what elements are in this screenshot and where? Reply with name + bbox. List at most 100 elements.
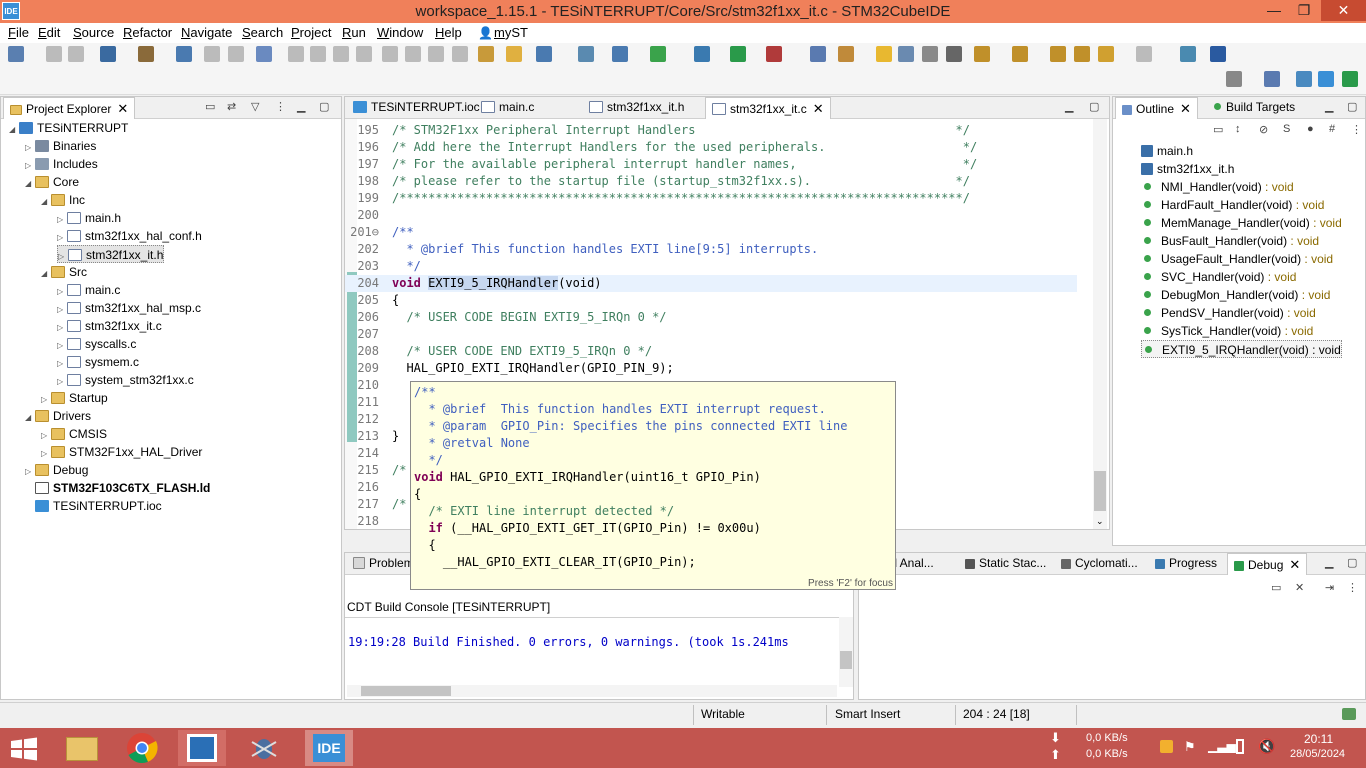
disconnect-icon[interactable] xyxy=(356,46,372,62)
battery-tray-icon[interactable] xyxy=(1236,739,1244,754)
menu-search[interactable]: Search xyxy=(242,25,283,40)
step-over-icon[interactable] xyxy=(405,46,421,62)
close-icon[interactable]: ✕ xyxy=(117,101,128,116)
paragraph-icon[interactable] xyxy=(946,46,962,62)
outline-item[interactable]: UsageFault_Handler(void) : void xyxy=(1141,250,1333,268)
view-menu-icon[interactable]: ⋮ xyxy=(1351,123,1362,136)
menu-navigate[interactable]: Navigate xyxy=(181,25,232,40)
last-edit-icon[interactable] xyxy=(1050,46,1066,62)
back-icon[interactable] xyxy=(1074,46,1090,62)
build-icon[interactable] xyxy=(138,46,154,62)
scroll-down-icon[interactable]: ⌄ xyxy=(1096,516,1104,527)
editor-scroll-thumb[interactable] xyxy=(1094,471,1106,511)
tree-item[interactable]: ▷ Debug xyxy=(25,461,88,479)
filter-icon[interactable]: ▽ xyxy=(251,100,259,113)
minimize-view-icon[interactable]: ▁ xyxy=(1325,100,1333,113)
tree-item[interactable]: STM32F103C6TX_FLASH.ld xyxy=(25,479,210,497)
function-name-highlight[interactable]: EXTI9_5_IRQHandler xyxy=(428,276,559,290)
step-return-icon[interactable] xyxy=(428,46,444,62)
minimize-view-icon[interactable]: ▁ xyxy=(297,100,305,113)
editor-tab[interactable]: TESiNTERRUPT.ioc xyxy=(347,97,486,119)
stm32cubeide-taskbar-button[interactable]: IDE xyxy=(305,730,353,766)
step-into-icon[interactable] xyxy=(382,46,398,62)
maximize-button[interactable]: ❐ xyxy=(1289,0,1319,21)
volume-tray-icon[interactable]: 🔇 xyxy=(1258,738,1275,755)
redo-icon[interactable] xyxy=(228,46,244,62)
menu-myst[interactable]: myST xyxy=(494,25,528,40)
next-annotation-icon[interactable] xyxy=(974,46,990,62)
debug-config-icon[interactable] xyxy=(256,46,272,62)
new-icon[interactable] xyxy=(8,46,24,62)
tree-item[interactable]: ▷ stm32f1xx_it.c xyxy=(57,317,162,335)
tree-item[interactable]: ▷ stm32f1xx_hal_msp.c xyxy=(57,299,201,317)
l-app-button[interactable] xyxy=(178,730,226,766)
tab-problems[interactable]: Problem xyxy=(347,553,420,575)
minimize-view-icon[interactable]: ▁ xyxy=(1325,556,1333,569)
tree-item[interactable]: ▷ system_stm32f1xx.c xyxy=(57,371,194,389)
menu-edit[interactable]: Edit xyxy=(38,25,60,40)
menu-help[interactable]: Help xyxy=(435,25,462,40)
resume-icon[interactable] xyxy=(288,46,304,62)
tree-item[interactable]: ▷ main.c xyxy=(57,281,120,299)
pin-editor-icon[interactable] xyxy=(1180,46,1196,62)
new-c-file-icon[interactable] xyxy=(578,46,594,62)
suspend-icon[interactable] xyxy=(310,46,326,62)
tree-item[interactable]: ▷ stm32f1xx_hal_conf.h xyxy=(57,227,202,245)
open-type-icon[interactable] xyxy=(810,46,826,62)
restart-icon[interactable] xyxy=(478,46,494,62)
c-perspective-icon[interactable] xyxy=(1296,71,1312,87)
tab-cyclomatic[interactable]: Cyclomati... xyxy=(1055,553,1144,575)
tree-item[interactable]: ▷ main.h xyxy=(57,209,121,227)
editor-vscrollbar[interactable]: ⌄ xyxy=(1093,119,1107,529)
console-hscroll-thumb[interactable] xyxy=(361,686,451,696)
run-icon[interactable] xyxy=(730,46,746,62)
tree-item[interactable]: ▷ STM32F1xx_HAL_Driver xyxy=(41,443,202,461)
tab-outline[interactable]: Outline ✕ xyxy=(1115,97,1198,119)
close-icon[interactable]: ✕ xyxy=(813,101,824,116)
tree-item[interactable]: ◢ Inc xyxy=(41,191,85,209)
terminate-icon[interactable] xyxy=(333,46,349,62)
minimize-view-icon[interactable]: ▁ xyxy=(1065,100,1073,113)
new-source-folder-icon[interactable] xyxy=(650,46,666,62)
tree-item[interactable]: ◢ Core xyxy=(25,173,79,191)
forward-icon[interactable] xyxy=(1136,46,1152,62)
block-select-icon[interactable] xyxy=(898,46,914,62)
hide-fields-icon[interactable]: ⊘ xyxy=(1259,123,1268,136)
open-perspective-icon[interactable] xyxy=(1264,71,1280,87)
start-button[interactable] xyxy=(0,730,48,766)
progress-icon[interactable] xyxy=(1342,708,1356,720)
tab-debug[interactable]: Debug ✕ xyxy=(1227,553,1308,575)
collapse-all-icon[interactable]: ▭ xyxy=(205,100,215,113)
hand-icon[interactable] xyxy=(506,46,522,62)
maximize-view-icon[interactable]: ▢ xyxy=(1089,100,1099,113)
tab-progress[interactable]: Progress xyxy=(1149,553,1223,575)
menu-run[interactable]: Run xyxy=(342,25,366,40)
flag-tray-icon[interactable]: ⚑ xyxy=(1184,739,1196,755)
outline-item[interactable]: main.h xyxy=(1141,142,1193,160)
expand-toggle-icon[interactable]: ◢ xyxy=(25,175,35,193)
sort-icon[interactable]: ↕ xyxy=(1235,123,1241,135)
clock-date[interactable]: 28/05/2024 xyxy=(1290,748,1345,760)
hide-macros-icon[interactable]: # xyxy=(1329,123,1335,135)
remove-all-icon[interactable]: ✕ xyxy=(1295,581,1304,594)
tree-item[interactable]: ▷ syscalls.c xyxy=(57,335,136,353)
editor-tab[interactable]: main.c xyxy=(475,97,540,119)
outline-item[interactable]: BusFault_Handler(void) : void xyxy=(1141,232,1319,250)
search-icon[interactable] xyxy=(1226,71,1242,87)
new-class-icon[interactable] xyxy=(536,46,552,62)
collapse-all-icon[interactable]: ▭ xyxy=(1271,581,1281,594)
tree-item[interactable]: ◢ Drivers xyxy=(25,407,91,425)
build-config-icon[interactable] xyxy=(100,46,116,62)
outline-item[interactable]: MemManage_Handler(void) : void xyxy=(1141,214,1342,232)
chrome-button[interactable] xyxy=(118,730,166,766)
view-menu-icon[interactable]: ⋮ xyxy=(275,100,286,113)
editor-tab[interactable]: stm32f1xx_it.c ✕ xyxy=(705,97,831,119)
whitespace-icon[interactable] xyxy=(922,46,938,62)
security-tray-icon[interactable] xyxy=(1160,740,1173,753)
view-menu-icon[interactable]: ⋮ xyxy=(1347,581,1358,594)
outline-item[interactable]: SysTick_Handler(void) : void xyxy=(1141,322,1313,340)
signal-tray-icon[interactable]: ▁▃▅ xyxy=(1208,739,1236,753)
maximize-view-icon[interactable]: ▢ xyxy=(1347,556,1357,569)
outline-item[interactable]: PendSV_Handler(void) : void xyxy=(1141,304,1316,322)
tree-item[interactable]: ▷ CMSIS xyxy=(41,425,107,443)
